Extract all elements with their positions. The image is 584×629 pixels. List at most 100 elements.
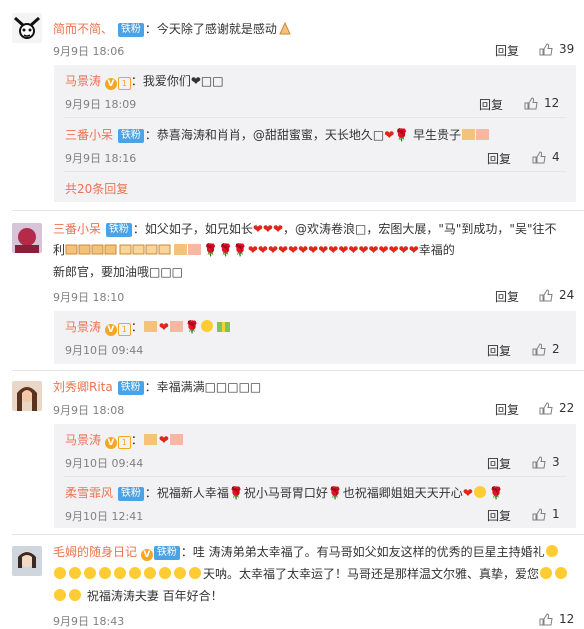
like-button[interactable]: 4	[532, 150, 560, 164]
like-count: 3	[552, 455, 560, 469]
level-icon: 1	[117, 436, 131, 449]
comment-text-line3: 祝福涛涛夫妻 百年好合！	[86, 589, 223, 603]
commenter-name[interactable]: 三番小呆	[53, 222, 101, 236]
avatar[interactable]	[12, 13, 42, 43]
reply-button[interactable]: 回复	[487, 150, 511, 167]
reply-time: 9月10日 09:44	[65, 344, 144, 357]
thumbs-up-icon	[532, 507, 552, 521]
reply-text: 祝福新人幸福	[156, 486, 229, 500]
reply-button[interactable]: 回复	[495, 401, 519, 418]
rock-hand-icon	[119, 242, 173, 260]
commenter-name[interactable]: 刘秀卿Rita	[53, 380, 113, 394]
heart-icon: ❤	[462, 486, 473, 500]
reply-time: 9月9日 18:09	[65, 98, 137, 111]
verified-v-icon: V	[104, 324, 117, 336]
like-button[interactable]: 2	[532, 342, 560, 356]
like-button[interactable]: 24	[539, 288, 574, 302]
commenter-name[interactable]: 简而不简、	[53, 22, 113, 36]
replier-name[interactable]: 三番小呆	[65, 128, 113, 142]
replier-name[interactable]: 马景涛	[65, 74, 101, 88]
heart-icon: ❤	[158, 433, 169, 447]
more-replies-link[interactable]: 共20条回复	[65, 181, 128, 197]
fan-badge[interactable]: 铁粉	[117, 129, 144, 143]
verified-v-icon: V	[140, 549, 153, 561]
kiss-couple-icon	[461, 127, 491, 145]
heart-icon: ❤	[384, 128, 395, 142]
fan-badge[interactable]: 铁粉	[153, 546, 180, 560]
thumbs-up-icon	[532, 342, 552, 356]
kiss-couple-icon	[143, 319, 159, 337]
reply-time: 9月10日 12:41	[65, 510, 144, 523]
comment-text: 哇 涛涛弟弟太幸福了。有马哥如父如友这样的优秀的巨星主持婚礼	[192, 545, 545, 559]
reply-text: 恭喜海涛和肖肖，@甜甜蜜蜜，天长地久□	[156, 128, 385, 142]
replier-name[interactable]: 马景涛	[65, 433, 101, 447]
verified-v-icon: V	[104, 78, 117, 90]
rose-icon: 🌹🌹🌹	[203, 243, 248, 257]
like-count: 22	[559, 401, 575, 415]
divider	[64, 476, 566, 477]
strong-arm-icon	[65, 242, 119, 260]
divider	[64, 117, 566, 118]
comment-time: 9月9日 18:10	[53, 291, 125, 304]
like-button[interactable]: 3	[532, 455, 560, 469]
like-count: 39	[559, 42, 575, 56]
happy-face-row-icon	[53, 566, 203, 584]
reply-button[interactable]: 回复	[487, 507, 511, 524]
like-button[interactable]: 12	[539, 612, 574, 626]
reply-button[interactable]: 回复	[487, 342, 511, 359]
thumbs-up-icon	[539, 288, 559, 302]
reply-button[interactable]: 回复	[495, 288, 519, 305]
happy-face-icon	[545, 544, 561, 562]
like-count: 24	[559, 288, 575, 302]
replier-name[interactable]: 柔雪霏风	[65, 486, 113, 500]
avatar[interactable]	[12, 546, 42, 576]
reply-button[interactable]: 回复	[495, 42, 519, 59]
reply-text-3: 也祝福卿姐姐天天开心	[342, 486, 463, 500]
like-button[interactable]: 22	[539, 401, 574, 415]
avatar[interactable]	[12, 223, 42, 253]
thumbs-up-icon	[532, 455, 552, 469]
like-count: 2	[552, 342, 560, 356]
heart-icon: ❤❤❤	[252, 222, 284, 236]
avatar[interactable]	[12, 381, 42, 411]
kiss-couple-icon	[173, 242, 203, 260]
fan-badge[interactable]: 铁粉	[117, 23, 144, 37]
reply-button[interactable]: 回复	[487, 455, 511, 472]
like-button[interactable]: 12	[524, 96, 559, 110]
rose-icon: 🌹	[394, 128, 410, 142]
praying-hands-icon	[277, 21, 293, 39]
like-button[interactable]: 39	[539, 42, 574, 56]
hearts-row-icon: ❤❤❤❤❤❤❤❤❤❤❤❤❤❤❤❤❤	[247, 243, 419, 257]
happy-face-icon	[473, 485, 489, 503]
reply-time: 9月10日 09:44	[65, 457, 144, 470]
kiss-face-icon	[200, 319, 216, 337]
like-count: 12	[544, 96, 560, 110]
verified-v-icon: V	[104, 437, 117, 449]
reply-thread: 马景涛 V 1： ❤ 9月10日 09:44 回复 3 柔雪霏风 铁粉 ：祝福新人幸福…	[54, 424, 576, 528]
like-count: 4	[552, 150, 560, 164]
rose-icon: 🌹	[488, 486, 504, 500]
thumbs-up-icon	[539, 42, 559, 56]
divider	[12, 534, 584, 535]
commenter-name[interactable]: 毛姆的随身日记	[53, 545, 137, 559]
reply-time: 9月9日 18:16	[65, 152, 137, 165]
thumbs-up-icon	[539, 612, 559, 626]
fan-badge[interactable]: 铁粉	[117, 487, 144, 501]
thumbs-up-icon	[539, 401, 559, 415]
reply-button[interactable]: 回复	[479, 96, 503, 113]
heart-icon: ❤	[158, 320, 169, 334]
fan-badge[interactable]: 铁粉	[105, 223, 132, 237]
fan-badge[interactable]: 铁粉	[117, 381, 144, 395]
comment-time: 9月9日 18:43	[53, 615, 125, 628]
comment-time: 9月9日 18:08	[53, 404, 125, 417]
divider	[12, 210, 584, 211]
comment-text: 如父如子，如兄如长	[144, 222, 253, 236]
thumbs-up-icon	[524, 96, 544, 110]
comment-text-line2: 天呐。太幸福了太幸运了！马哥还是那样温文尔雅、真挚，爱您	[203, 567, 540, 581]
comment-text: 幸福满满□□□□□	[156, 380, 262, 394]
reply-text-2: 祝小马哥胃口好	[243, 486, 328, 500]
like-button[interactable]: 1	[532, 507, 560, 521]
rose-icon: 🌹	[327, 486, 343, 500]
replier-name[interactable]: 马景涛	[65, 320, 101, 334]
comment-text-line3: 新郎官，要加油哦□□□	[53, 265, 184, 279]
